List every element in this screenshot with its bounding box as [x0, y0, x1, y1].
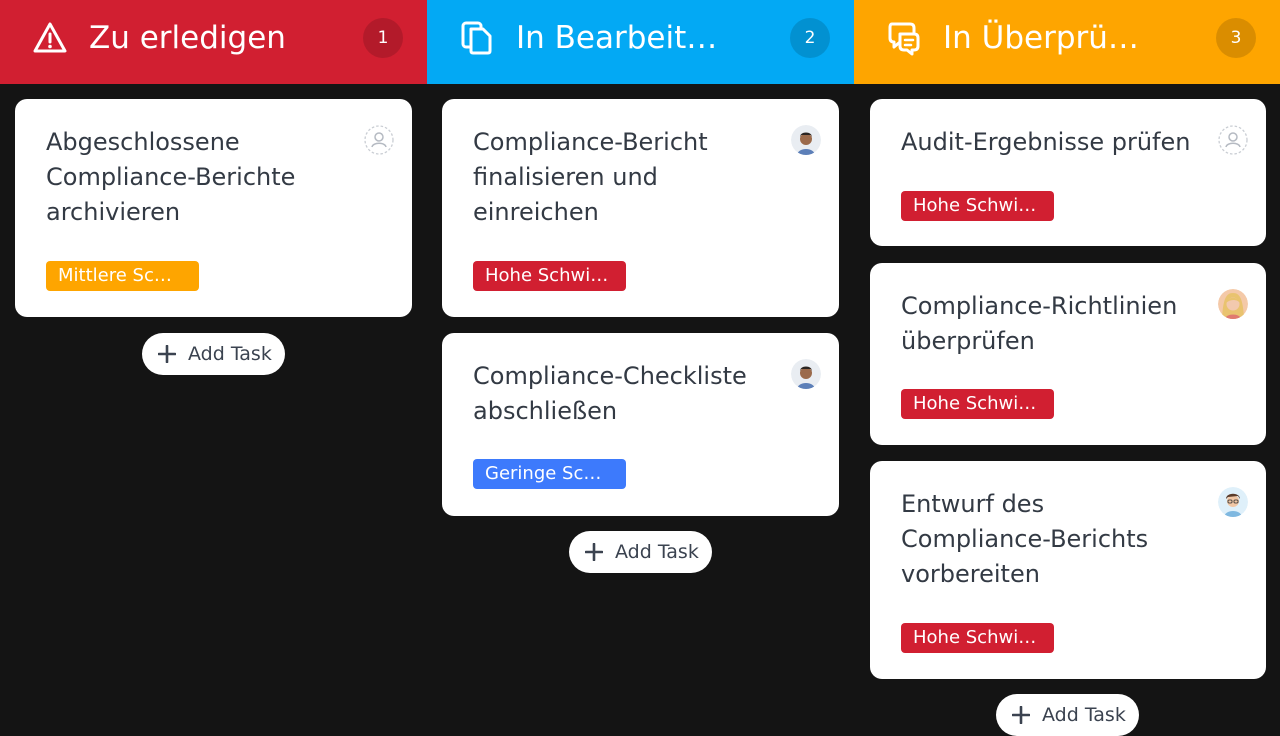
avatar-woman[interactable]: [1218, 289, 1248, 319]
priority-tag: Mittlere Sc…: [46, 261, 199, 291]
task-title: Audit-Ergebnisse prüfen: [901, 128, 1191, 156]
priority-tag: Hohe Schwi…: [901, 191, 1054, 221]
column-in-progress: In Bearbeit… 2 Compliance-Bericht finali…: [427, 0, 854, 720]
task-title: Compliance-Richtlinien überprüfen: [901, 292, 1178, 355]
task-title: Abgeschlossene Compliance-Berichte archi…: [46, 128, 296, 226]
column-header[interactable]: In Überprü… 3: [854, 0, 1280, 84]
warning-icon: [33, 22, 67, 53]
column-title: In Bearbeit…: [516, 20, 718, 56]
column-header[interactable]: In Bearbeit… 2: [427, 0, 854, 84]
priority-tag: Geringe Sc…: [473, 459, 626, 489]
plus-icon: [585, 543, 603, 561]
priority-tag: Hohe Schwi…: [901, 389, 1054, 419]
avatar-man[interactable]: [791, 359, 821, 389]
add-task-button[interactable]: Add Task: [996, 694, 1139, 736]
unassigned-icon[interactable]: [1218, 125, 1248, 155]
task-card[interactable]: Compliance-Richtlinien überprüfen Hohe S…: [870, 263, 1266, 445]
column-header[interactable]: Zu erledigen 1: [0, 0, 427, 84]
add-task-button[interactable]: Add Task: [569, 531, 712, 573]
column-count-badge: 1: [363, 18, 403, 58]
task-card[interactable]: Compliance-Checkliste abschließen Gering…: [442, 333, 839, 516]
column-in-review: In Überprü… 3 Audit-Ergebnisse prüfen Ho…: [854, 0, 1280, 736]
priority-tag: Hohe Schwi…: [473, 261, 626, 291]
task-title: Compliance-Checkliste abschließen: [473, 362, 747, 425]
plus-icon: [1012, 706, 1030, 724]
task-card[interactable]: Audit-Ergebnisse prüfen Hohe Schwi…: [870, 99, 1266, 246]
review-chat-icon: [888, 22, 920, 56]
add-task-button[interactable]: Add Task: [142, 333, 285, 375]
add-task-label: Add Task: [615, 541, 699, 563]
task-title: Compliance-Bericht finalisieren und einr…: [473, 128, 708, 226]
task-card[interactable]: Entwurf des Compliance-Berichts vorberei…: [870, 461, 1266, 679]
task-card[interactable]: Compliance-Bericht finalisieren und einr…: [442, 99, 839, 317]
task-card[interactable]: Abgeschlossene Compliance-Berichte archi…: [15, 99, 412, 317]
copy-icon: [461, 21, 492, 55]
priority-tag: Hohe Schwi…: [901, 623, 1054, 653]
unassigned-icon[interactable]: [364, 125, 394, 155]
add-task-label: Add Task: [1042, 704, 1126, 726]
column-title: In Überprü…: [943, 20, 1139, 56]
kanban-board: Zu erledigen 1 Abgeschlossene Compliance…: [0, 0, 1280, 736]
column-count-badge: 2: [790, 18, 830, 58]
avatar-boy[interactable]: [1218, 487, 1248, 517]
task-title: Entwurf des Compliance-Berichts vorberei…: [901, 490, 1149, 588]
avatar-man[interactable]: [791, 125, 821, 155]
column-count-badge: 3: [1216, 18, 1256, 58]
plus-icon: [158, 345, 176, 363]
add-task-label: Add Task: [188, 343, 272, 365]
column-title: Zu erledigen: [89, 20, 286, 56]
column-todo: Zu erledigen 1 Abgeschlossene Compliance…: [0, 0, 427, 720]
